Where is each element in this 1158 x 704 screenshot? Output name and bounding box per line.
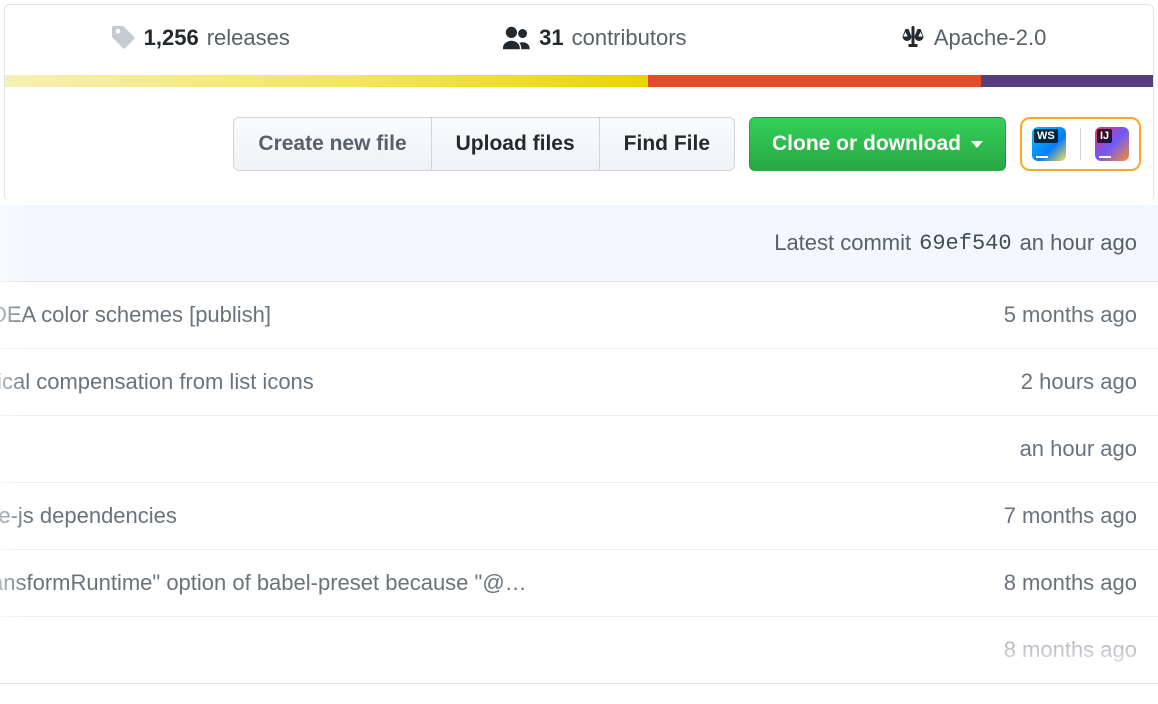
file-action-group: Create new file Upload files Find File [233, 117, 735, 171]
latest-commit-prefix: Latest commit [774, 230, 911, 256]
commit-time: 8 months ago [984, 570, 1137, 596]
license-name: Apache-2.0 [934, 25, 1047, 51]
commit-hash-link[interactable]: 69ef540 [919, 231, 1011, 256]
commit-message: DEA color schemes [publish] [0, 302, 271, 328]
file-row[interactable]: ansformRuntime" option of babel-preset b… [0, 550, 1158, 617]
commit-time: 2 hours ago [1001, 369, 1137, 395]
webstorm-icon[interactable]: WS [1032, 127, 1066, 161]
commit-time: an hour ago [1000, 436, 1137, 462]
commit-time: 8 months ago [984, 637, 1137, 663]
file-row[interactable]: tical compensation from list icons 2 hou… [0, 349, 1158, 416]
file-listing: Latest commit 69ef540 an hour ago DEA co… [0, 205, 1158, 684]
file-row[interactable]: an hour ago [0, 416, 1158, 483]
intellij-icon[interactable]: IJ [1095, 127, 1129, 161]
file-row[interactable]: DEA color schemes [publish] 5 months ago [0, 282, 1158, 349]
file-row[interactable]: 8 months ago [0, 617, 1158, 683]
create-file-button[interactable]: Create new file [234, 118, 431, 170]
language-bar[interactable] [5, 75, 1153, 87]
clone-download-label: Clone or download [772, 132, 961, 156]
law-icon [900, 26, 926, 50]
latest-commit-time: an hour ago [1020, 230, 1137, 256]
language-segment [981, 75, 1153, 87]
stats-row: 1,256 releases 31 contributors Apache-2.… [5, 5, 1153, 75]
releases-label: releases [207, 25, 290, 51]
caret-down-icon [971, 141, 983, 148]
clone-download-button[interactable]: Clone or download [749, 117, 1006, 171]
commit-message: tical compensation from list icons [0, 369, 314, 395]
language-segment [5, 75, 648, 87]
people-icon [503, 26, 531, 50]
commit-message: re-js dependencies [0, 503, 177, 529]
contributors-label: contributors [572, 25, 687, 51]
releases-stat[interactable]: 1,256 releases [112, 25, 290, 51]
contributors-count: 31 [539, 25, 563, 51]
commit-time: 7 months ago [984, 503, 1137, 529]
commit-time: 5 months ago [984, 302, 1137, 328]
latest-commit-bar: Latest commit 69ef540 an hour ago [0, 205, 1158, 282]
language-segment [648, 75, 981, 87]
file-row[interactable]: re-js dependencies 7 months ago [0, 483, 1158, 550]
releases-count: 1,256 [144, 25, 199, 51]
contributors-stat[interactable]: 31 contributors [503, 25, 686, 51]
tag-icon [112, 26, 136, 50]
divider [1080, 128, 1081, 160]
repo-header-card: 1,256 releases 31 contributors Apache-2.… [4, 4, 1154, 201]
license-stat[interactable]: Apache-2.0 [900, 25, 1047, 51]
action-row: Create new file Upload files Find File C… [5, 87, 1153, 201]
jetbrains-ide-launcher: WS IJ [1020, 117, 1141, 171]
commit-message: ansformRuntime" option of babel-preset b… [0, 570, 527, 596]
upload-files-button[interactable]: Upload files [432, 118, 600, 170]
find-file-button[interactable]: Find File [600, 118, 734, 170]
